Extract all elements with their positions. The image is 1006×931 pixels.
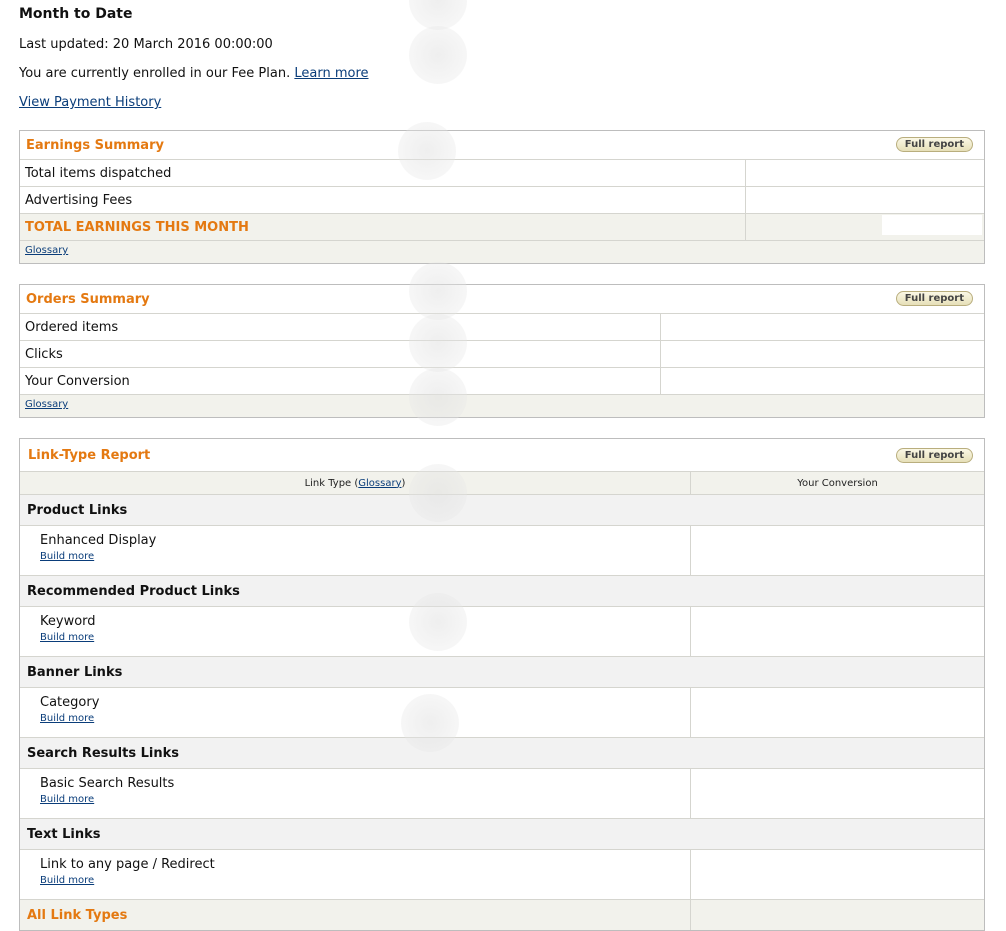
link-type-report-header: Link-Type Report Full report [20, 439, 984, 472]
section-row: Recommended Product Links [20, 575, 984, 607]
earnings-row-value [745, 186, 984, 214]
redacted-total-earnings [882, 215, 982, 235]
table-row: Your Conversion [20, 367, 984, 395]
touch-marker [409, 26, 467, 84]
table-row: Total items dispatched [20, 160, 984, 187]
section-label: Product Links [20, 494, 984, 526]
col-conversion-header: Your Conversion [690, 472, 984, 495]
last-updated: Last updated: 20 March 2016 00:00:00 [19, 37, 273, 52]
table-row: Ordered items [20, 314, 984, 341]
fee-plan-text: You are currently enrolled in our Fee Pl… [19, 66, 291, 81]
all-link-types-row: All Link Types [20, 899, 984, 930]
list-item: Basic Search Results Build more [20, 768, 984, 819]
link-type-report-box: Link-Type Report Full report Link Type (… [19, 438, 985, 931]
orders-glossary-bar: Glossary [20, 395, 984, 417]
touch-marker [409, 0, 467, 30]
section-row: Text Links [20, 818, 984, 850]
orders-summary-title: Orders Summary [26, 292, 150, 307]
col-glossary-link[interactable]: Glossary [358, 478, 401, 489]
orders-row-label: Clicks [20, 340, 661, 368]
total-earnings-row: TOTAL EARNINGS THIS MONTH [20, 213, 984, 241]
build-more-link[interactable]: Build more [40, 632, 94, 643]
orders-row-label: Ordered items [20, 314, 661, 341]
section-label: Recommended Product Links [20, 575, 984, 607]
earnings-summary-title: Earnings Summary [26, 138, 164, 153]
section-row: Banner Links [20, 656, 984, 688]
orders-summary-box: Orders Summary Full report Ordered items… [19, 284, 985, 418]
col-link-type-label: Link Type ( [304, 477, 359, 489]
earnings-summary-box: Earnings Summary Full report Total items… [19, 130, 985, 264]
orders-glossary-link[interactable]: Glossary [25, 399, 68, 410]
page-title: Month to Date [19, 6, 133, 22]
build-more-link[interactable]: Build more [40, 551, 94, 562]
orders-summary-header: Orders Summary Full report [20, 285, 984, 314]
item-conversion-value [690, 606, 984, 657]
earnings-summary-header: Earnings Summary Full report [20, 131, 984, 160]
link-type-report-title: Link-Type Report [28, 448, 151, 463]
section-row: Search Results Links [20, 737, 984, 769]
item-cell: Basic Search Results Build more [20, 768, 691, 819]
orders-full-report-button[interactable]: Full report [895, 291, 973, 306]
list-item: Category Build more [20, 687, 984, 738]
link-type-table: Link Type (Glossary) Your Conversion Pro… [20, 472, 984, 930]
item-cell: Category Build more [20, 687, 691, 738]
item-conversion-value [690, 768, 984, 819]
item-conversion-value [690, 525, 984, 576]
table-row: Clicks [20, 340, 984, 368]
orders-row-value [660, 367, 984, 395]
item-cell: Enhanced Display Build more [20, 525, 691, 576]
orders-row-value [660, 340, 984, 368]
item-label: Basic Search Results [40, 776, 175, 791]
orders-row-label: Your Conversion [20, 367, 661, 395]
earnings-row-value [745, 160, 984, 187]
list-item: Enhanced Display Build more [20, 525, 984, 576]
all-link-types-value [690, 899, 984, 930]
section-row: Product Links [20, 494, 984, 526]
view-payment-history-link[interactable]: View Payment History [19, 95, 161, 110]
earnings-table: Total items dispatched Advertising Fees … [20, 160, 984, 241]
list-item: Link to any page / Redirect Build more [20, 849, 984, 900]
all-link-types-label: All Link Types [20, 899, 691, 930]
build-more-link[interactable]: Build more [40, 713, 94, 724]
col-link-type-header: Link Type (Glossary) [20, 472, 691, 495]
earnings-glossary-bar: Glossary [20, 241, 984, 263]
section-label: Text Links [20, 818, 984, 850]
earnings-full-report-button[interactable]: Full report [895, 137, 973, 152]
build-more-link[interactable]: Build more [40, 875, 94, 886]
section-label: Banner Links [20, 656, 984, 688]
redacted-all-link-types [902, 875, 982, 889]
item-label: Enhanced Display [40, 533, 157, 548]
list-item: Keyword Build more [20, 606, 984, 657]
table-row: Advertising Fees [20, 186, 984, 214]
col-close-paren: ) [401, 477, 406, 489]
item-label: Link to any page / Redirect [40, 857, 215, 872]
earnings-glossary-link[interactable]: Glossary [25, 245, 68, 256]
build-more-link[interactable]: Build more [40, 794, 94, 805]
earnings-row-label: Advertising Fees [20, 186, 746, 214]
item-label: Category [40, 695, 100, 710]
learn-more-link[interactable]: Learn more [294, 66, 368, 81]
section-label: Search Results Links [20, 737, 984, 769]
link-type-header-row: Link Type (Glossary) Your Conversion [20, 472, 984, 495]
earnings-row-label: Total items dispatched [20, 160, 746, 187]
orders-row-value [660, 314, 984, 341]
link-type-full-report-button[interactable]: Full report [895, 448, 973, 463]
total-earnings-label: TOTAL EARNINGS THIS MONTH [20, 213, 746, 241]
orders-table: Ordered items Clicks Your Conversion [20, 314, 984, 395]
item-cell: Link to any page / Redirect Build more [20, 849, 691, 900]
fee-plan-line: You are currently enrolled in our Fee Pl… [19, 66, 369, 81]
item-conversion-value [690, 687, 984, 738]
item-label: Keyword [40, 614, 96, 629]
item-cell: Keyword Build more [20, 606, 691, 657]
